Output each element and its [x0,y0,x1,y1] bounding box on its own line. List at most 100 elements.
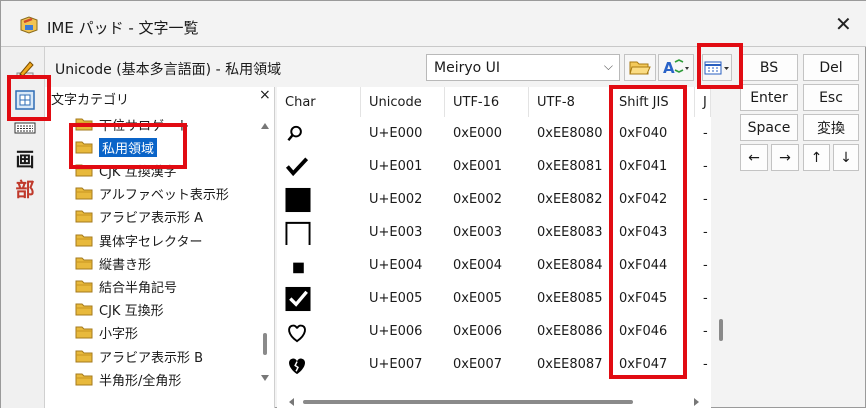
black-square-icon[interactable] [283,187,313,213]
col-utf16-cell: 0xE002 [453,192,502,207]
character-list-header: Unicode (基本多言語面) - 私用領域 Meiryo UI ⌵ A [49,51,739,85]
folder-open-icon [629,61,651,74]
convert-key[interactable]: 変換 [803,114,859,141]
space-key[interactable]: Space [740,114,798,141]
folder-icon [75,257,93,270]
category-tree-header: 文字カテゴリ × [45,87,275,108]
category-tree-title: 文字カテゴリ [51,93,130,108]
key-panel: BS Del Enter Esc Space 変換 ← → ↑ ↓ [737,51,863,181]
left-arrow-key[interactable]: ← [740,144,768,171]
folder-icon [75,234,93,246]
col-unicode-cell: U+E003 [369,225,423,240]
col-j-cell: - [703,324,708,339]
col-char-header[interactable]: Char [277,87,361,117]
col-j-cell: - [703,159,708,174]
open-folder-button[interactable] [624,54,656,81]
svg-text:A: A [663,59,675,77]
category-item[interactable]: 縦書き形 [75,252,151,274]
category-item-label: 半角形/全角形 [99,373,182,389]
chevron-down-icon: ⌵ [603,59,613,73]
category-item[interactable]: CJK 互換形 [75,299,164,321]
current-category-title: Unicode (基本多言語面) - 私用領域 [55,62,282,78]
bs-key[interactable]: BS [740,54,798,81]
col-utf16-cell: 0xE007 [453,357,502,372]
window-close-button[interactable]: ✕ [835,14,852,34]
scroll-down-arrow-icon [261,375,269,381]
right-arrow-key[interactable]: → [771,144,799,171]
folder-icon [75,210,93,223]
grid-horizontal-scrollbar[interactable] [279,395,709,408]
ime-pad-window: IME パッド - 文字一覧 ✕ 画 部 Unicode (基本多言語面) - … [0,0,866,408]
checked-box-icon[interactable] [283,286,313,312]
col-j-cell: - [703,192,708,207]
scroll-thumb [263,333,267,355]
col-j-cell: - [703,126,708,141]
folder-icon [75,373,93,386]
highlight-private-use-category [69,123,187,169]
col-utf8-header[interactable]: UTF-8 [529,87,611,117]
open-square-icon[interactable] [283,220,313,246]
horizontal-scroll-thumb [303,400,633,404]
scroll-right-arrow-icon [694,398,699,406]
col-unicode-cell: U+E005 [369,291,423,306]
category-pane-close-button[interactable]: × [259,87,271,103]
magnifier-icon[interactable] [283,121,313,147]
category-item-label: 異体字セレクター [99,234,203,250]
col-j-header[interactable]: J [695,87,711,117]
col-j-cell: - [703,291,708,306]
folder-icon [75,303,93,316]
down-arrow-key[interactable]: ↓ [833,144,859,171]
stroke-count-mode-button[interactable]: 画 [11,145,39,171]
col-unicode-header[interactable]: Unicode [361,87,445,117]
scrollbar-track [261,123,269,381]
radical-kanji: 部 [15,178,35,201]
col-unicode-cell: U+E001 [369,159,423,174]
grid-vscroll-thumb [719,319,723,341]
category-item[interactable]: 半角形/全角形 [75,368,181,390]
category-item-label: 小字形 [99,327,139,343]
enter-key[interactable]: Enter [740,84,798,111]
ime-pad-app-icon [20,16,38,34]
folder-icon [75,187,93,200]
col-j-cell: - [703,225,708,240]
scroll-up-arrow-icon [261,123,269,129]
col-unicode-cell: U+E007 [369,357,423,372]
title-bar: IME パッド - 文字一覧 ✕ [1,1,866,47]
esc-key[interactable]: Esc [803,84,859,111]
grid-vscroll-track [719,319,723,341]
col-utf16-cell: 0xE006 [453,324,502,339]
highlight-character-list-mode [7,75,51,121]
checkmark-icon[interactable] [283,154,313,180]
category-item[interactable]: アラビア表示形 A [75,206,203,228]
col-utf8-cell: 0xEE8084 [537,258,603,273]
font-size-icon: A [663,59,689,77]
col-utf8-cell: 0xEE8083 [537,225,603,240]
category-item-label: 縦書き形 [99,257,152,273]
category-scrollbar[interactable] [257,109,273,408]
highlight-shift-jis-column [609,85,687,379]
col-utf16-cell: 0xE003 [453,225,502,240]
del-key[interactable]: Del [803,54,859,81]
folder-icon [75,326,93,339]
keyboard-icon [14,122,36,134]
radical-mode-button[interactable]: 部 [11,175,39,201]
category-item[interactable]: アラビア表示形 B [75,345,203,367]
small-square-icon[interactable] [283,253,313,279]
col-utf8-cell: 0xEE8085 [537,291,603,306]
col-utf16-header[interactable]: UTF-16 [445,87,529,117]
stroke-count-kanji: 画 [15,148,35,171]
col-unicode-cell: U+E002 [369,192,423,207]
col-utf8-cell: 0xEE8080 [537,126,603,141]
category-item[interactable]: 異体字セレクター [75,229,202,251]
category-item[interactable]: アルファベット表示形 [75,183,229,205]
category-item[interactable]: 小字形 [75,322,138,344]
col-unicode-cell: U+E004 [369,258,423,273]
font-select[interactable]: Meiryo UI ⌵ [426,54,620,81]
category-item[interactable]: 結合半角記号 [75,275,177,297]
font-select-value: Meiryo UI [434,60,501,76]
grid-vertical-scrollbar[interactable] [713,87,729,393]
up-arrow-key[interactable]: ↑ [803,144,830,171]
heart-outline-icon[interactable] [283,319,313,345]
broken-heart-icon[interactable] [283,352,313,378]
font-size-button[interactable]: A [658,54,694,81]
